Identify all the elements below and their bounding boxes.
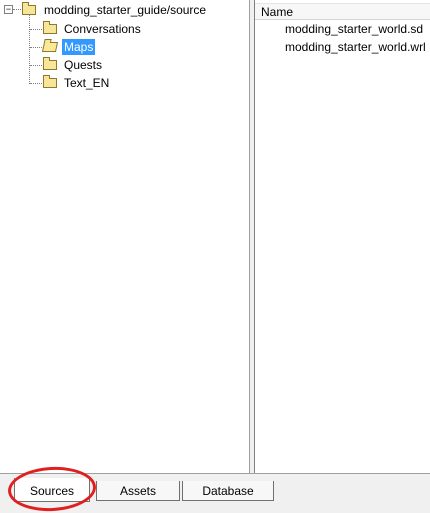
file-list-pane[interactable]: Name modding_starter_world.sd modding_st… <box>255 0 430 473</box>
tree-node-label: Conversations <box>64 22 141 36</box>
folder-icon <box>43 57 57 70</box>
list-header[interactable]: Name <box>255 3 430 20</box>
tree-node-label: Maps <box>62 39 96 55</box>
tree-connector <box>30 65 42 66</box>
tree-connector <box>30 83 42 84</box>
tree-connector <box>30 47 42 48</box>
folder-icon <box>43 75 57 88</box>
tree-connector <box>30 29 42 30</box>
file-item[interactable]: modding_starter_world.wrl <box>285 40 426 54</box>
folder-tree-pane[interactable]: − modding_starter_guide/source Conversat… <box>0 0 250 473</box>
collapse-icon[interactable]: − <box>4 5 13 14</box>
tree-node-label: modding_starter_guide/source <box>44 3 207 17</box>
column-header-name[interactable]: Name <box>261 5 293 19</box>
folder-icon <box>43 21 57 34</box>
tab-assets[interactable]: Assets <box>96 481 180 501</box>
tree-node-label: Quests <box>64 58 103 72</box>
folder-open-icon <box>41 42 59 52</box>
tree-connector <box>13 9 21 10</box>
tree-connector <box>29 14 30 84</box>
file-item[interactable]: modding_starter_world.sd <box>285 22 423 36</box>
tab-database[interactable]: Database <box>182 481 274 501</box>
tree-node-label: Text_EN <box>64 76 110 90</box>
